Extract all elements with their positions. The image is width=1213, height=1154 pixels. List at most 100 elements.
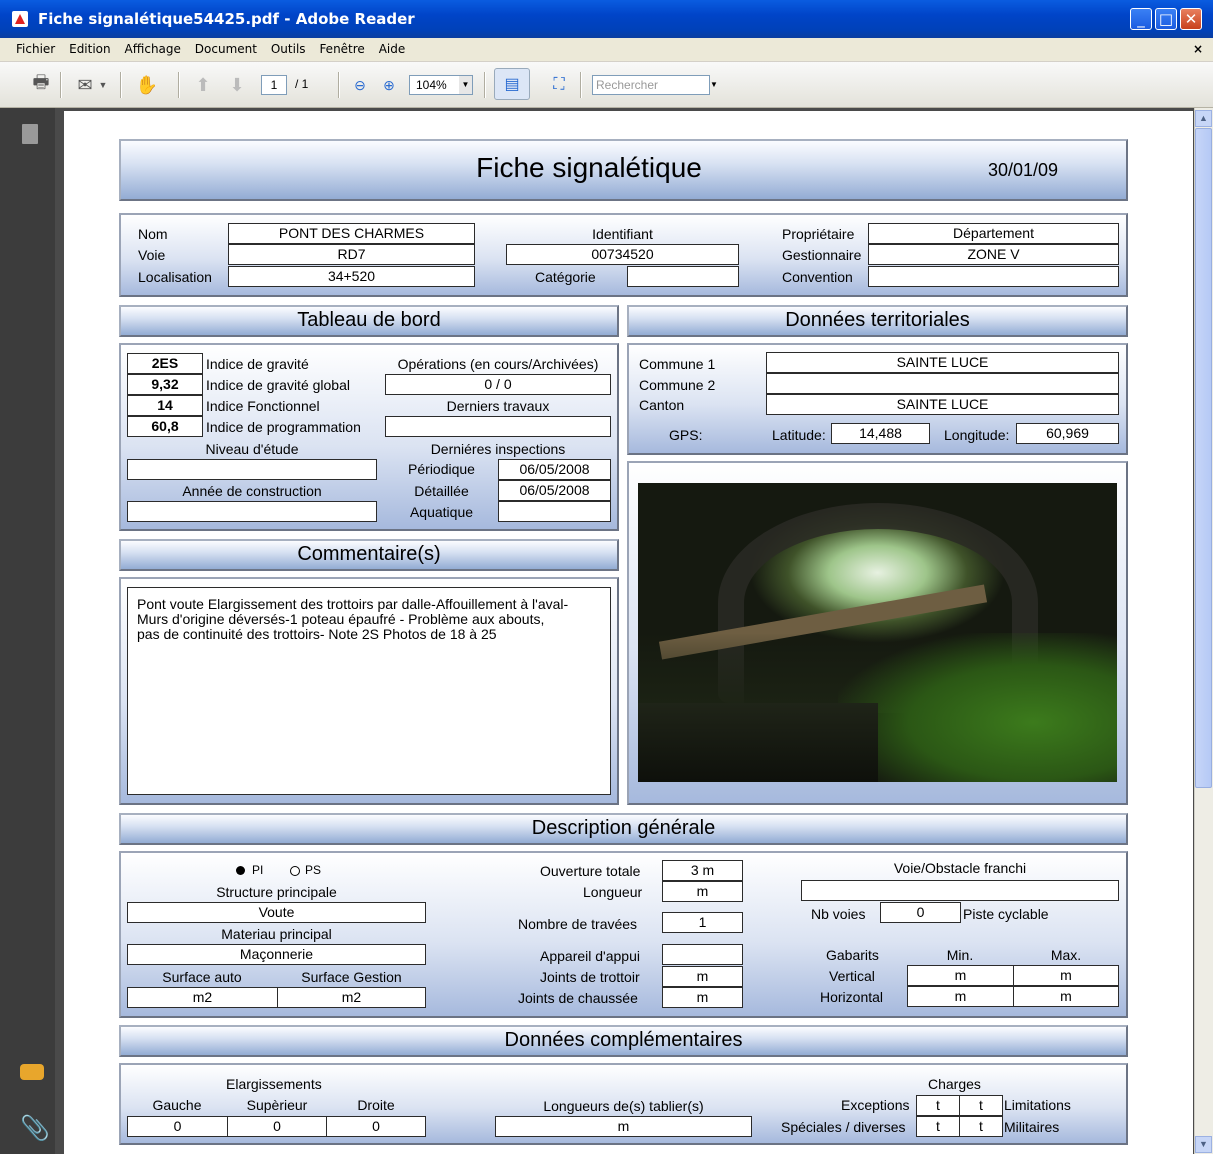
search-input[interactable]: Rechercher xyxy=(592,75,710,95)
gabarits-max-label: Max. xyxy=(1050,947,1082,963)
next-page-icon[interactable]: ⬇ xyxy=(224,73,250,97)
comments-icon[interactable] xyxy=(20,1064,44,1080)
longueur-label: Longueur xyxy=(583,884,643,900)
ps-radio[interactable] xyxy=(290,866,300,876)
print-icon[interactable]: 🖶 xyxy=(28,72,54,97)
proprietaire-label: Propriétaire xyxy=(782,226,855,242)
navigation-panel: 📎 xyxy=(0,108,55,1154)
surface-auto-label: Surface auto xyxy=(162,969,242,985)
nom-field: PONT DES CHARMES xyxy=(228,223,475,244)
fit-page-icon[interactable]: ⛶ xyxy=(546,73,572,97)
indice-programmation-label: Indice de programmation xyxy=(206,419,361,435)
categorie-field xyxy=(627,266,739,287)
menu-affichage[interactable]: Affichage xyxy=(120,38,186,60)
toolbar-separator xyxy=(178,72,180,98)
derniers-travaux-label: Derniers travaux xyxy=(446,398,550,414)
inspections-label: Derniéres inspections xyxy=(430,441,566,457)
menu-outils[interactable]: Outils xyxy=(266,38,311,60)
longueur-field: m xyxy=(662,881,743,902)
appareil-label: Appareil d'appui xyxy=(540,948,640,964)
nom-label: Nom xyxy=(138,226,168,242)
aquatique-label: Aquatique xyxy=(409,504,474,520)
horizontal-max-field: m xyxy=(1013,986,1119,1007)
menu-fichier[interactable]: Fichier xyxy=(0,38,60,60)
commentaire-title: Commentaire(s) xyxy=(297,543,441,565)
nb-voies-label: Nb voies xyxy=(811,906,866,922)
horizontal-label: Horizontal xyxy=(820,989,884,1005)
niveau-etude-label: Niveau d'étude xyxy=(205,441,299,457)
menu-document[interactable]: Document xyxy=(190,38,262,60)
scroll-down-icon[interactable]: ▼ xyxy=(1195,1136,1212,1153)
email-icon[interactable]: ✉ xyxy=(72,73,98,97)
materiau-label: Materiau principal xyxy=(221,926,332,942)
search-dropdown-icon[interactable]: ▼ xyxy=(710,75,720,95)
pdf-app-icon xyxy=(12,11,28,27)
exceptions-t2-field: t xyxy=(959,1095,1003,1116)
superieur-field: 0 xyxy=(227,1116,327,1137)
commune2-label: Commune 2 xyxy=(639,377,716,393)
previous-page-icon[interactable]: ⬆ xyxy=(190,73,216,97)
speciales-t1-field: t xyxy=(916,1116,960,1137)
elargissements-label: Elargissements xyxy=(226,1076,322,1092)
commune1-label: Commune 1 xyxy=(639,356,716,372)
commune2-field xyxy=(766,373,1119,394)
surface-auto-field: m2 xyxy=(127,987,278,1008)
toolbar-separator xyxy=(338,72,340,98)
toolbar-separator xyxy=(60,72,62,98)
hand-tool-icon[interactable]: ✋ xyxy=(134,73,160,97)
charges-label: Charges xyxy=(928,1076,981,1092)
detaillee-label: Détaillée xyxy=(414,483,469,499)
joints-trottoir-field: m xyxy=(662,966,743,987)
attachments-icon[interactable]: 📎 xyxy=(20,1114,50,1143)
ouverture-field: 3 m xyxy=(662,860,743,881)
proprietaire-field: Département xyxy=(868,223,1119,244)
pi-radio[interactable] xyxy=(236,866,245,875)
dropdown-arrow-icon[interactable]: ▼ xyxy=(96,73,110,97)
document-close-button[interactable]: × xyxy=(1188,38,1208,60)
periodique-field: 06/05/2008 xyxy=(498,459,611,480)
indice-gravite-global-label: Indice de gravité global xyxy=(206,377,350,393)
close-button[interactable]: ✕ xyxy=(1180,8,1202,30)
chevron-down-icon: ▼ xyxy=(459,76,472,94)
structure-label: Structure principale xyxy=(216,884,337,900)
minimize-button[interactable]: _ xyxy=(1130,8,1152,30)
longueurs-tablier-label: Longueurs de(s) tablier(s) xyxy=(543,1098,704,1114)
gauche-field: 0 xyxy=(127,1116,228,1137)
exceptions-label: Exceptions xyxy=(841,1097,910,1113)
indice-fonctionnel-value: 14 xyxy=(127,395,203,416)
limitations-label: Limitations xyxy=(1004,1097,1071,1113)
zoom-select[interactable]: 104% ▼ xyxy=(409,75,473,95)
zoom-out-icon[interactable]: ⊖ xyxy=(347,73,373,97)
maximize-button[interactable]: □ xyxy=(1155,8,1177,30)
gabarits-label: Gabarits xyxy=(826,947,879,963)
latitude-label: Latitude: xyxy=(772,427,826,443)
joints-chaussee-label: Joints de chaussée xyxy=(518,990,638,1006)
gabarits-min-label: Min. xyxy=(946,947,974,963)
annee-construction-label: Année de construction xyxy=(182,483,322,499)
menu-bar: Fichier Edition Affichage Document Outil… xyxy=(0,38,1213,62)
description-title: Description générale xyxy=(531,817,716,839)
fit-width-icon[interactable]: ▤ xyxy=(494,68,530,100)
menu-edition[interactable]: Edition xyxy=(64,38,116,60)
voie-field: RD7 xyxy=(228,244,475,265)
latitude-field: 14,488 xyxy=(831,423,930,444)
menu-aide[interactable]: Aide xyxy=(374,38,411,60)
zoom-in-icon[interactable]: ⊕ xyxy=(376,73,402,97)
menu-fenetre[interactable]: Fenêtre xyxy=(314,38,369,60)
gauche-label: Gauche xyxy=(152,1097,202,1113)
speciales-label: Spéciales / diverses xyxy=(781,1119,906,1135)
droite-label: Droite xyxy=(357,1097,395,1113)
scroll-up-icon[interactable]: ▲ xyxy=(1195,110,1212,127)
commentaire-box: Pont voute Elargissement des trottoirs p… xyxy=(127,587,611,795)
longitude-label: Longitude: xyxy=(944,427,1010,443)
identifiant-field: 00734520 xyxy=(506,244,739,265)
title-bar: Fiche signalétique54425.pdf - Adobe Read… xyxy=(0,0,1213,38)
speciales-t2-field: t xyxy=(959,1116,1003,1137)
vertical-min-field: m xyxy=(907,965,1014,986)
pages-icon[interactable] xyxy=(22,124,38,144)
gestionnaire-label: Gestionnaire xyxy=(782,247,862,263)
scroll-thumb[interactable] xyxy=(1195,128,1212,788)
page-number-input[interactable]: 1 xyxy=(261,75,287,95)
territoriales-title: Données territoriales xyxy=(785,309,970,331)
joints-chaussee-field: m xyxy=(662,987,743,1008)
